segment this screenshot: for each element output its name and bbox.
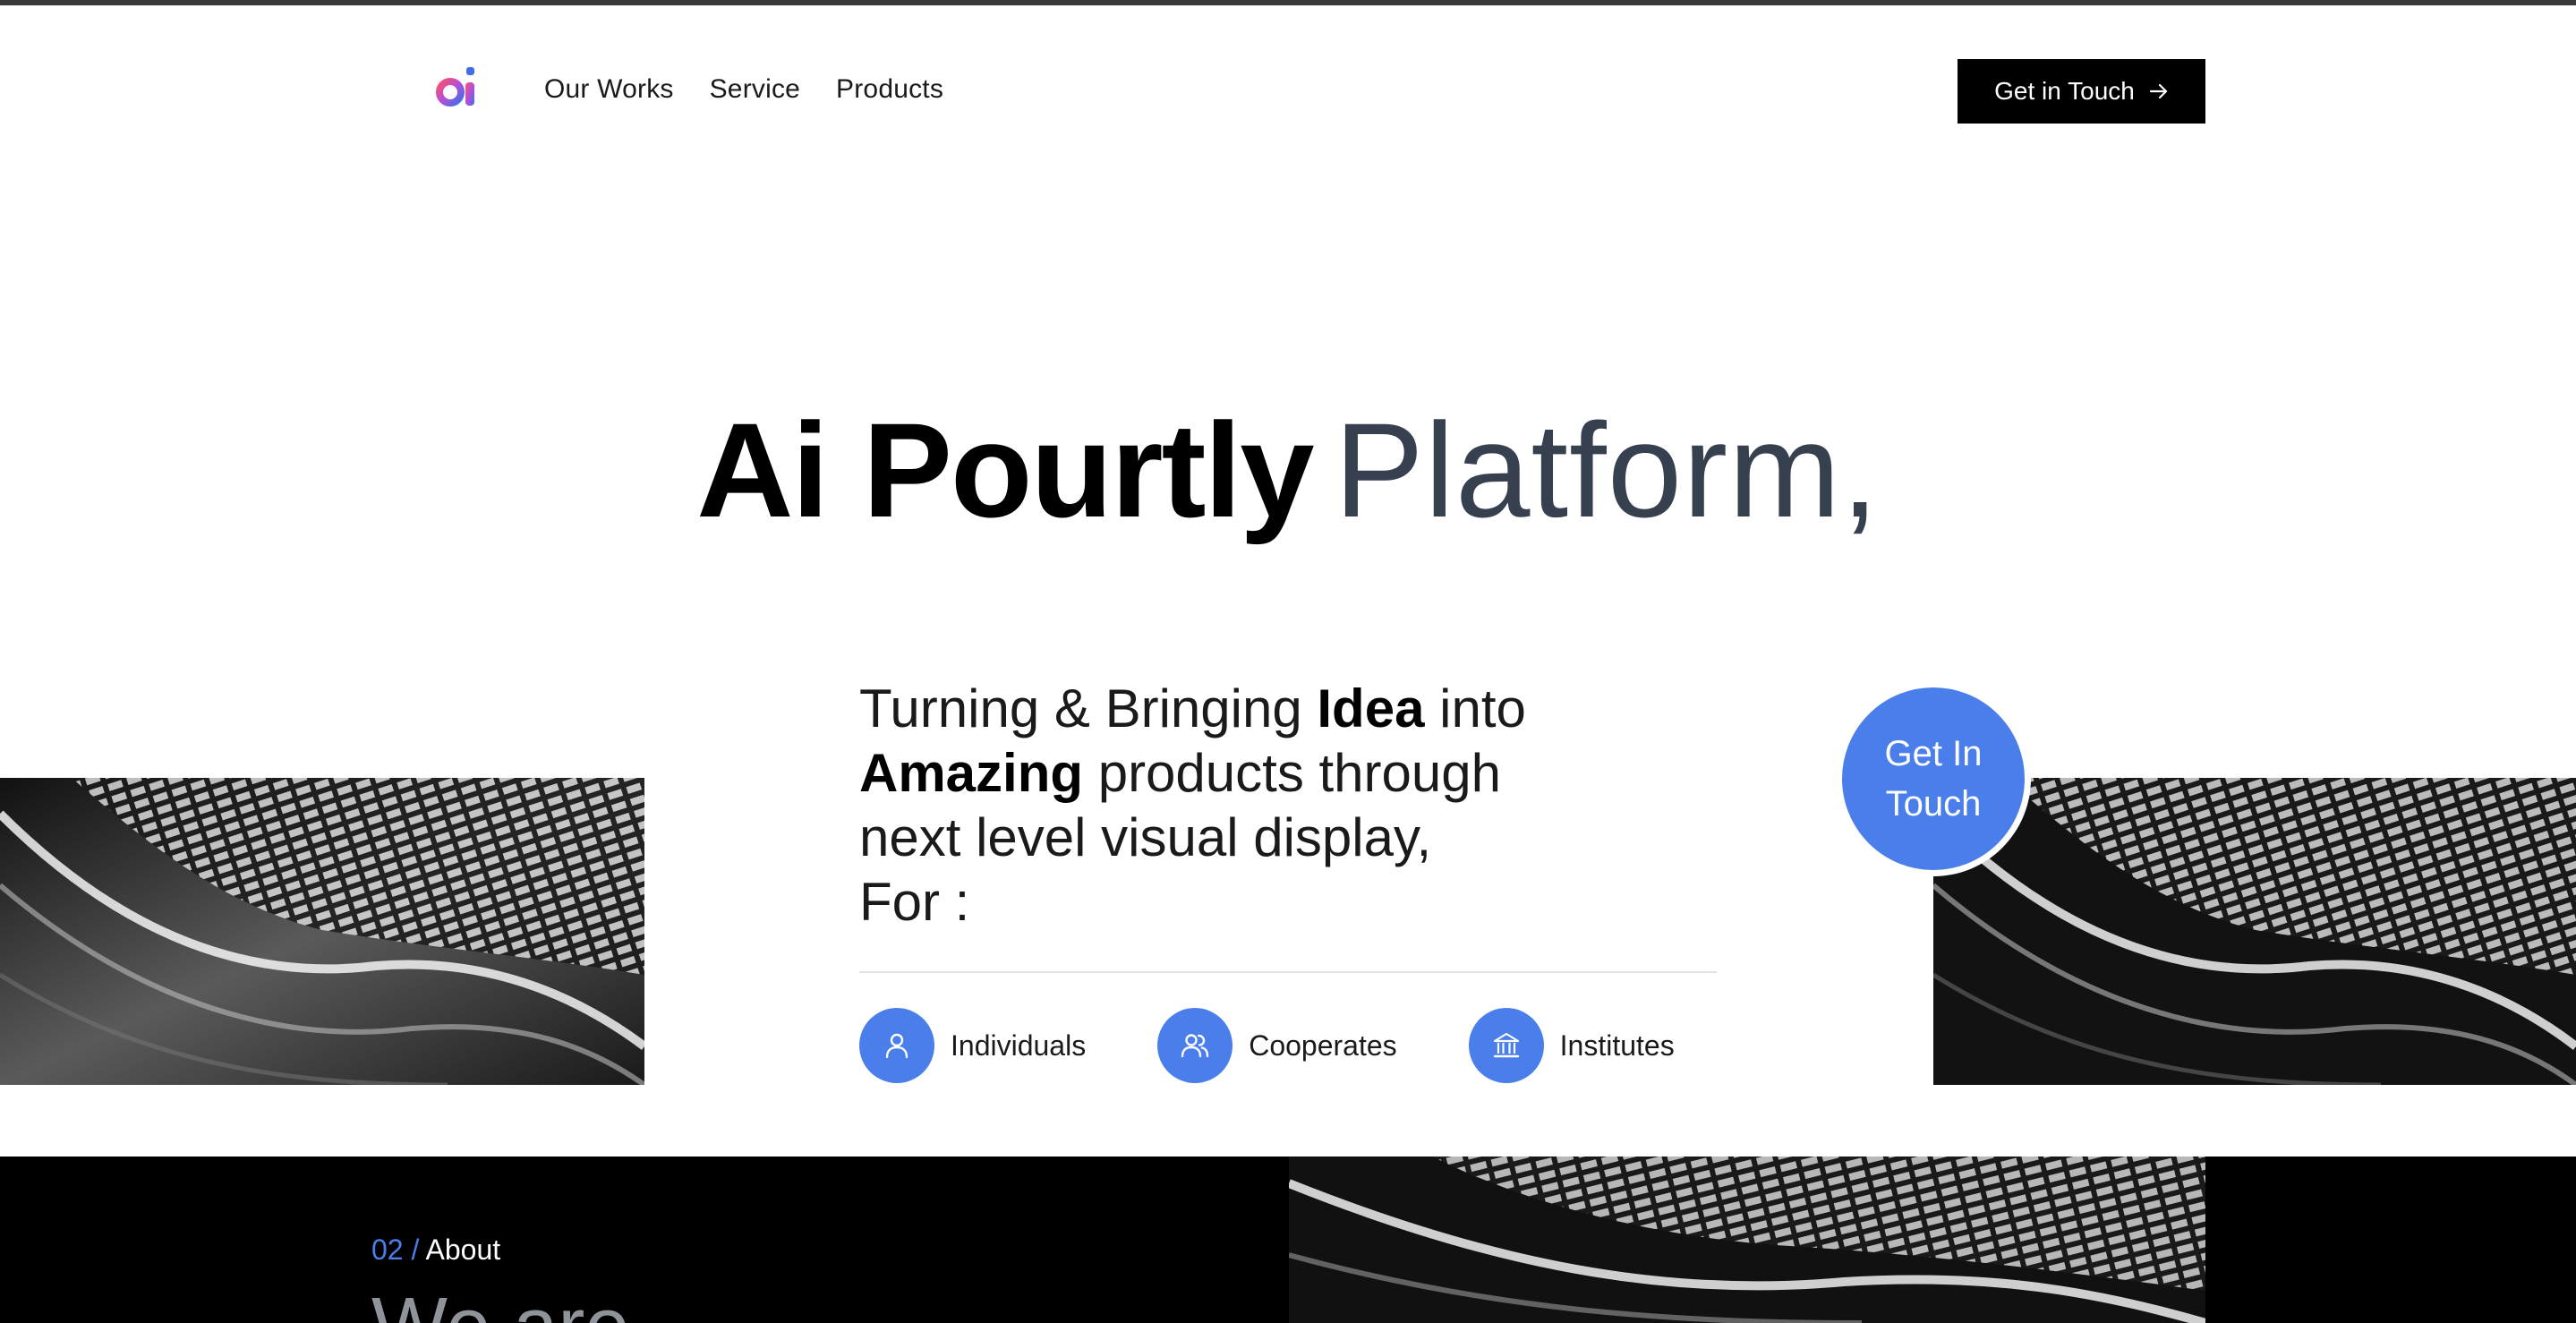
about-label: 02 / About	[371, 1233, 500, 1267]
bank-icon	[1468, 1008, 1544, 1083]
user-icon	[859, 1008, 934, 1083]
circle-cta-line-2: Touch	[1885, 784, 1982, 824]
audience-list: Individuals Cooperates Institutes	[859, 1008, 1746, 1083]
divider	[859, 971, 1717, 973]
tagline-line-1: Turning & Bringing Idea into	[859, 677, 1665, 741]
main-nav: Our Works Service Products	[544, 70, 943, 109]
about-number: 02 /	[371, 1233, 420, 1266]
nav-our-works[interactable]: Our Works	[544, 70, 674, 109]
hero-title: Ai Pourtly Platform,	[0, 394, 2576, 546]
tagline-text: products through	[1083, 743, 1501, 803]
top-border	[0, 0, 2576, 5]
tagline-text: into	[1424, 679, 1526, 738]
about-label-text: About	[425, 1233, 501, 1266]
tagline-line-3: next level visual display,	[859, 807, 1432, 867]
get-in-touch-circle-button[interactable]: Get In Touch	[1837, 682, 2030, 875]
audience-label: Institutes	[1559, 1029, 1675, 1062]
tagline-bold: Idea	[1317, 679, 1425, 738]
tagline-line-4: For :	[859, 872, 970, 932]
about-heading: We are	[371, 1282, 629, 1323]
arrow-right-icon	[2149, 83, 2167, 99]
audience-cooperates[interactable]: Cooperates	[1157, 1008, 1397, 1083]
hero-tagline: Turning & Bringing Idea into Amazing pro…	[859, 677, 1665, 935]
tagline-text: Turning & Bringing	[859, 679, 1318, 738]
architecture-image-left	[0, 778, 644, 1085]
audience-individuals[interactable]: Individuals	[859, 1008, 1086, 1083]
hero-title-light: Platform,	[1334, 395, 1880, 545]
architecture-image-about	[1289, 1157, 2205, 1323]
users-icon	[1157, 1008, 1233, 1083]
audience-label: Cooperates	[1249, 1029, 1397, 1062]
audience-label: Individuals	[951, 1029, 1087, 1062]
tagline-line-2: Amazing products through	[859, 741, 1665, 806]
audience-institutes[interactable]: Institutes	[1468, 1008, 1675, 1083]
logo-icon	[436, 67, 474, 107]
get-in-touch-label: Get in Touch	[1994, 77, 2135, 105]
ai-logo[interactable]	[435, 64, 483, 111]
tagline-bold: Amazing	[859, 743, 1084, 803]
nav-products[interactable]: Products	[836, 70, 943, 109]
get-in-touch-button[interactable]: Get in Touch	[1958, 59, 2205, 124]
hero-title-bold: Ai Pourtly	[696, 395, 1314, 545]
architecture-image-right	[1933, 778, 2576, 1085]
circle-cta-line-1: Get In	[1884, 734, 1983, 773]
nav-service[interactable]: Service	[710, 70, 800, 109]
